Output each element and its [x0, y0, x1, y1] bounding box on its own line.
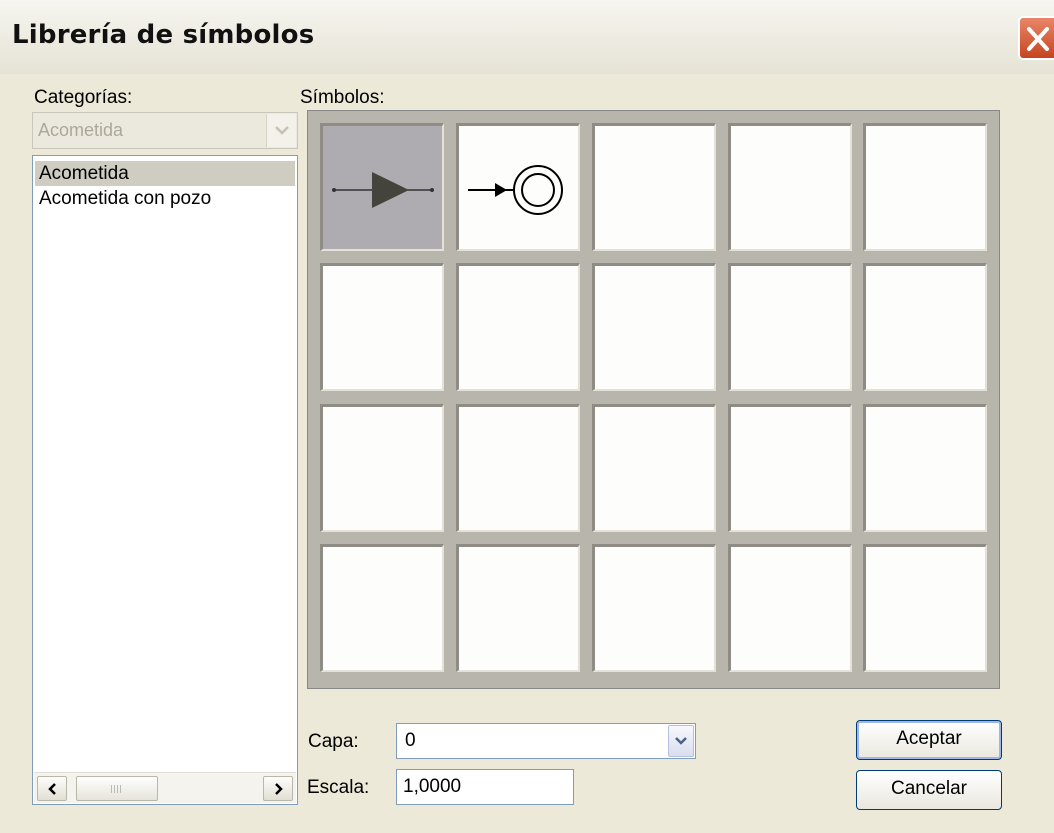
symbol-cell-15[interactable] — [863, 404, 987, 532]
symbols-label: Símbolos: — [300, 87, 385, 108]
capa-combobox[interactable]: 0 — [396, 723, 696, 759]
cancel-button[interactable]: Cancelar — [856, 770, 1002, 810]
title-bar[interactable]: Librería de símbolos — [0, 0, 1054, 74]
chevron-right-icon — [275, 783, 283, 795]
symbol-cell-5[interactable] — [863, 123, 987, 251]
scroll-right-button[interactable] — [263, 776, 293, 801]
symbol-cell-17[interactable] — [456, 544, 580, 672]
window-title: Librería de símbolos — [12, 20, 315, 50]
arrow-double-circle-symbol-icon — [468, 165, 563, 215]
escala-label: Escala: — [307, 777, 370, 798]
symbol-cell-12[interactable] — [456, 404, 580, 532]
symbol-cell-9[interactable] — [728, 263, 852, 391]
symbol-cell-6[interactable] — [320, 263, 444, 391]
accept-button[interactable]: Aceptar — [856, 720, 1002, 760]
symbol-cell-16[interactable] — [320, 544, 444, 672]
categories-label: Categorías: — [34, 87, 133, 108]
category-combobox: Acometida — [32, 112, 298, 149]
symbol-cell-8[interactable] — [592, 263, 716, 391]
symbol-cell-2[interactable] — [456, 123, 580, 251]
scroll-left-button[interactable] — [37, 776, 67, 801]
symbol-cell-11[interactable] — [320, 404, 444, 532]
list-item-acometida[interactable]: Acometida — [35, 161, 295, 186]
category-combobox-value: Acometida — [38, 120, 124, 140]
symbol-cell-7[interactable] — [456, 263, 580, 391]
escala-input[interactable]: 1,0000 — [396, 769, 574, 805]
symbol-cell-20[interactable] — [863, 544, 987, 672]
chevron-down-icon — [275, 126, 289, 135]
chevron-left-icon — [48, 783, 56, 795]
capa-value: 0 — [405, 730, 416, 751]
symbol-grid — [307, 110, 1000, 689]
list-item-acometida-con-pozo[interactable]: Acometida con pozo — [35, 186, 295, 211]
horizontal-scrollbar[interactable] — [34, 772, 296, 803]
scroll-thumb[interactable] — [76, 776, 158, 801]
category-dropdown-button — [266, 114, 296, 147]
close-button[interactable] — [1018, 16, 1054, 60]
symbol-cell-18[interactable] — [592, 544, 716, 672]
symbol-cell-10[interactable] — [863, 263, 987, 391]
symbol-cell-13[interactable] — [592, 404, 716, 532]
symbol-cell-14[interactable] — [728, 404, 852, 532]
symbol-cell-1[interactable] — [320, 123, 444, 251]
close-icon — [1027, 27, 1049, 51]
arrow-triangle-line-symbol-icon — [332, 172, 434, 208]
capa-label: Capa: — [308, 731, 359, 752]
symbol-cell-3[interactable] — [592, 123, 716, 251]
symbol-cell-19[interactable] — [728, 544, 852, 672]
symbol-cell-4[interactable] — [728, 123, 852, 251]
chevron-down-icon — [675, 737, 687, 745]
grip-icon — [111, 785, 123, 793]
escala-value: 1,0000 — [403, 776, 462, 797]
capa-dropdown-button[interactable] — [668, 725, 694, 757]
category-listbox[interactable]: Acometida Acometida con pozo — [32, 155, 298, 805]
